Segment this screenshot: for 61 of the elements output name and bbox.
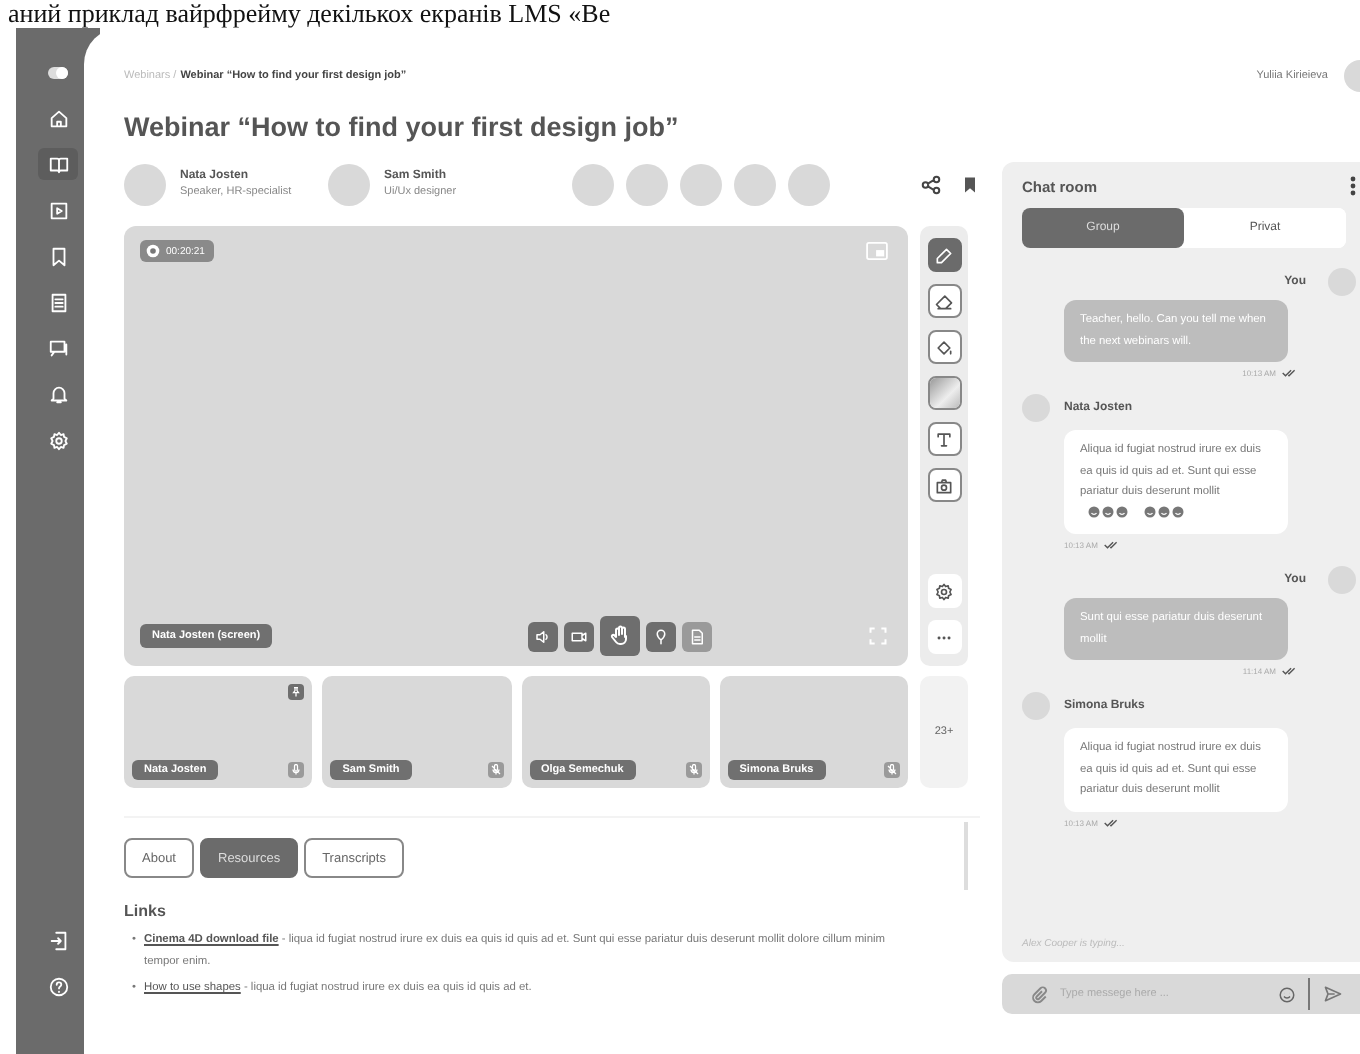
pen-icon xyxy=(934,245,954,265)
read-ticks-icon xyxy=(1103,817,1118,827)
color-swatch[interactable] xyxy=(927,376,961,410)
book-button[interactable] xyxy=(38,148,78,180)
document-icon xyxy=(688,627,707,645)
muted-mic-icon[interactable] xyxy=(884,762,900,778)
menu-icon[interactable] xyxy=(1350,176,1356,196)
text-tool-icon xyxy=(934,429,954,449)
home-icon xyxy=(47,107,69,129)
bell-icon xyxy=(47,383,69,405)
help-icon xyxy=(47,975,69,997)
muted-mic-icon[interactable] xyxy=(685,762,702,778)
caption-text: аний приклад вайрфрейму декількох екранів LMS «Ве xyxy=(6,0,613,28)
video-camera-button[interactable] xyxy=(564,621,595,651)
participant-avatar xyxy=(734,163,776,205)
send-icon[interactable] xyxy=(1322,984,1344,1004)
toggle-icon xyxy=(47,65,69,79)
emoji-drawing xyxy=(1088,506,1184,518)
location-pin-icon xyxy=(652,627,671,645)
participant-avatar xyxy=(788,163,830,205)
record-icon xyxy=(146,244,160,258)
muted-mic-icon[interactable] xyxy=(487,762,503,778)
video-camera-icon xyxy=(570,627,589,645)
read-ticks-icon xyxy=(1282,666,1296,676)
page-title: Webinar “How to find your first design job” xyxy=(124,112,681,142)
chat-icon xyxy=(47,337,69,359)
camera-icon xyxy=(934,475,954,495)
speaker-avatar xyxy=(124,163,166,205)
read-ticks-icon xyxy=(1103,540,1118,550)
mic-icon[interactable] xyxy=(288,762,305,778)
participant-avatar xyxy=(626,163,668,205)
bookmark-icon[interactable] xyxy=(960,173,980,195)
book-icon xyxy=(47,153,69,175)
text-tool-button[interactable] xyxy=(927,422,961,456)
speaker-icon xyxy=(534,627,553,645)
emoji-icon[interactable] xyxy=(1278,985,1296,1003)
speaker-avatar xyxy=(328,163,370,205)
pen-button[interactable] xyxy=(927,238,961,272)
pin-icon[interactable] xyxy=(288,684,305,700)
settings-icon xyxy=(934,581,954,601)
camera-button[interactable] xyxy=(927,468,961,502)
speaker-button[interactable] xyxy=(528,621,559,651)
scrollbar[interactable] xyxy=(964,822,968,890)
share-icon[interactable] xyxy=(920,173,942,195)
eraser-icon xyxy=(934,291,954,311)
settings-icon xyxy=(47,429,69,451)
participant-avatar xyxy=(680,163,722,205)
logout-icon xyxy=(47,929,69,951)
settings-button[interactable] xyxy=(927,574,961,608)
bookmark-icon xyxy=(47,245,69,267)
eraser-button[interactable] xyxy=(927,284,961,318)
hand-button[interactable] xyxy=(600,616,641,656)
read-ticks-icon xyxy=(1282,368,1296,378)
list-icon xyxy=(47,291,69,313)
fill-bucket-button[interactable] xyxy=(927,330,961,364)
fill-bucket-icon xyxy=(934,337,954,357)
participant-avatar xyxy=(572,163,614,205)
play-icon xyxy=(47,199,69,221)
section-heading: Links xyxy=(124,902,168,920)
hand-icon xyxy=(608,624,633,648)
location-pin-button[interactable] xyxy=(646,621,677,651)
